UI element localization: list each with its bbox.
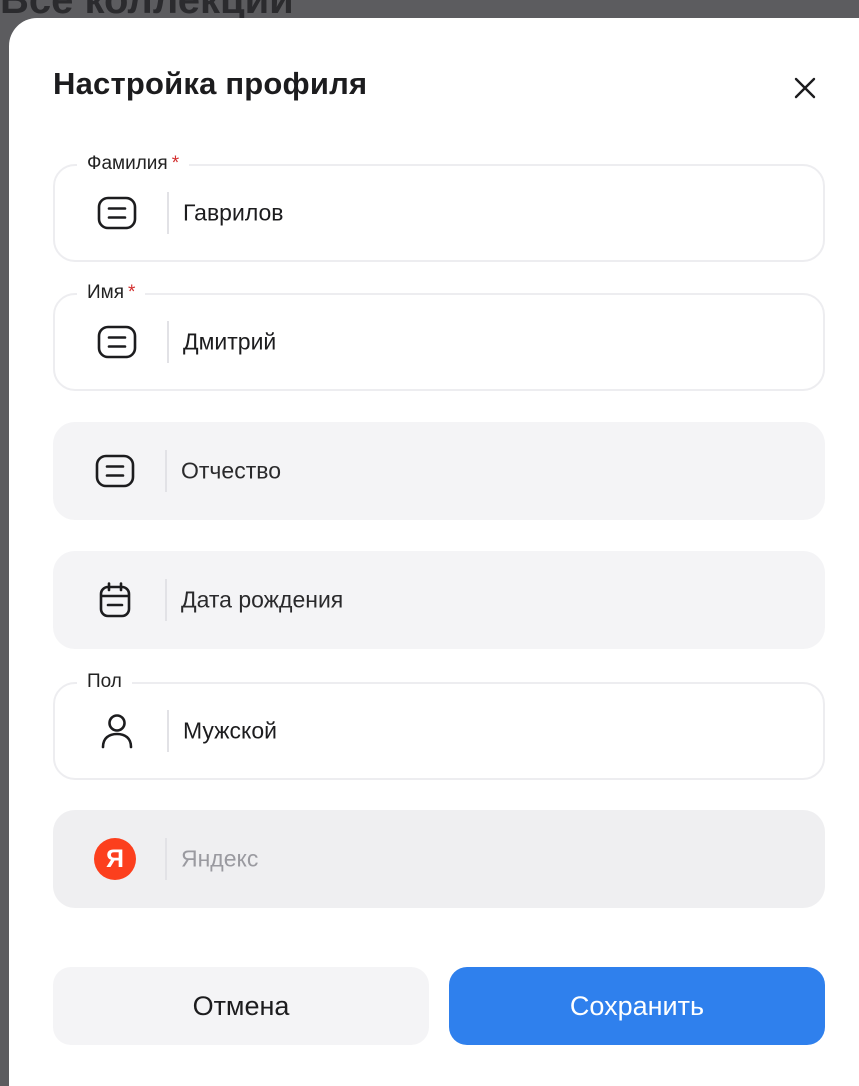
field-divider	[167, 710, 169, 752]
text-field-icon	[95, 320, 139, 364]
text-field-icon	[93, 449, 137, 493]
field-divider	[167, 321, 169, 363]
last-name-input[interactable]	[183, 199, 783, 227]
first-name-label: Имя *	[77, 282, 146, 304]
cancel-button[interactable]: Отмена	[53, 967, 429, 1045]
dialog-title: Настройка профиля	[53, 66, 368, 101]
field-divider	[165, 579, 167, 621]
patronymic-input[interactable]	[181, 457, 781, 485]
field-divider	[167, 192, 169, 234]
gender-field[interactable]: Пол	[53, 671, 825, 780]
yandex-account-input	[181, 845, 781, 873]
gender-select[interactable]	[183, 717, 783, 745]
text-field-icon	[95, 191, 139, 235]
close-icon	[794, 77, 816, 99]
birth-date-input[interactable]	[181, 586, 781, 614]
calendar-icon	[93, 578, 137, 622]
yandex-logo-icon: Я	[93, 837, 137, 881]
yandex-account-field: Я	[53, 810, 825, 908]
save-button[interactable]: Сохранить	[449, 967, 825, 1045]
profile-settings-dialog: Настройка профиля Фамилия* Имя*	[9, 18, 859, 1086]
last-name-label: Фамилия *	[77, 153, 190, 175]
birth-date-field[interactable]	[53, 551, 825, 649]
close-button[interactable]	[789, 72, 821, 104]
last-name-field[interactable]: Фамилия *	[53, 153, 825, 262]
required-mark: *	[128, 282, 136, 303]
user-icon	[95, 709, 139, 753]
required-mark: *	[171, 153, 180, 174]
first-name-input[interactable]	[183, 328, 783, 356]
yandex-logo: Я	[94, 838, 136, 880]
first-name-field[interactable]: Имя *	[53, 282, 825, 391]
field-divider	[165, 838, 167, 880]
patronymic-field[interactable]	[53, 422, 825, 520]
gender-label: Пол	[77, 671, 132, 693]
field-divider	[165, 450, 167, 492]
